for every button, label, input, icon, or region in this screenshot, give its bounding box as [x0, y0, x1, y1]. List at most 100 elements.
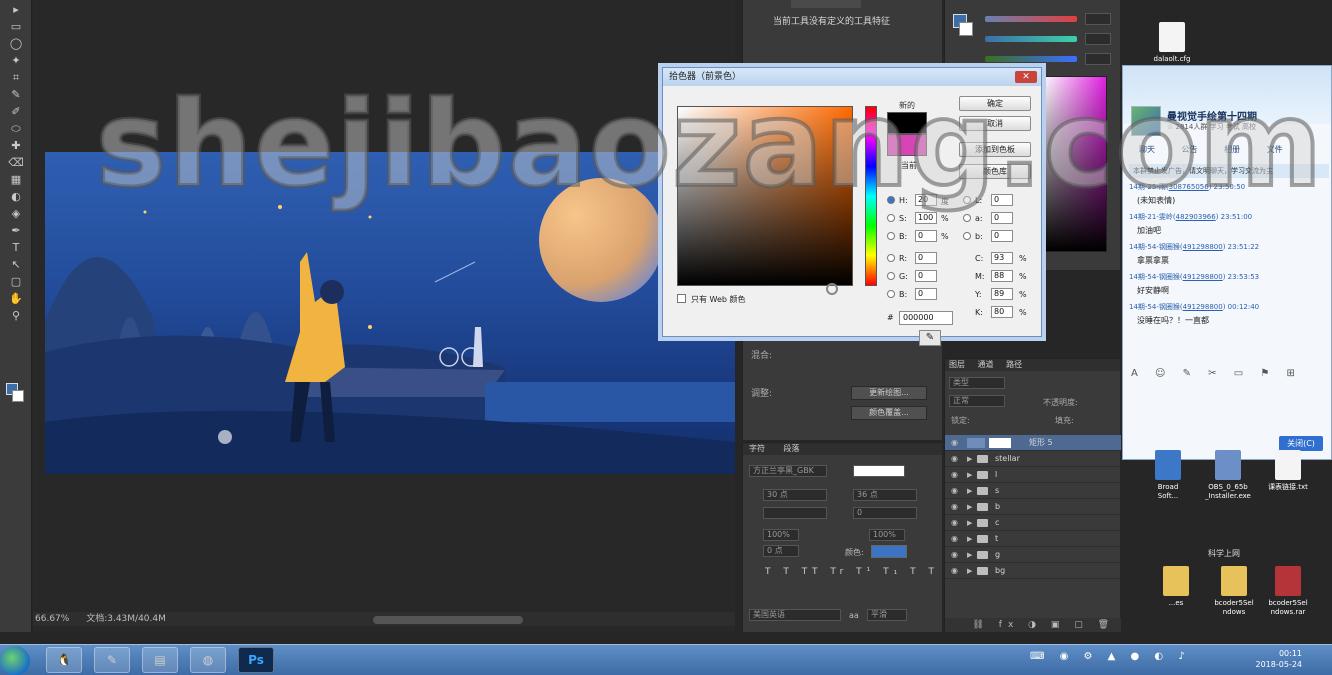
chat-tab-chat[interactable]: 聊天 — [1139, 145, 1155, 154]
sender-qq-link[interactable]: 491298800 — [1183, 243, 1223, 251]
layer-row[interactable]: ◉ ▶ stellar — [945, 451, 1121, 467]
start-button[interactable] — [0, 646, 30, 675]
red-slider[interactable] — [985, 16, 1077, 22]
photoshop-taskbar-icon[interactable]: Ps — [238, 647, 274, 673]
tool-icon[interactable]: ⬭ — [5, 121, 27, 136]
tool-icon[interactable]: ▸ — [5, 2, 27, 17]
vertical-scale-field[interactable]: 100% — [763, 529, 799, 541]
tool-icon[interactable]: ✒ — [5, 223, 27, 238]
language-select[interactable]: 美国英语 — [749, 609, 841, 621]
chat-input-tools[interactable]: A ☺ ✎ ✂ ▭ ⚑ ⊞ — [1131, 368, 1302, 379]
leading-field[interactable]: 36 点 — [853, 489, 917, 501]
chat-tab-album[interactable]: 相册 — [1224, 145, 1240, 154]
expand-arrow-icon[interactable]: ▶ — [967, 531, 972, 547]
blend-mode-select[interactable]: 正常 — [949, 395, 1005, 407]
text-color-swatch[interactable] — [871, 545, 907, 558]
tab-channels[interactable]: 通道 — [978, 360, 994, 369]
zoom-level[interactable]: 66.67% — [35, 614, 69, 624]
group-avatar[interactable] — [1131, 106, 1161, 136]
r-input[interactable]: 0 — [915, 252, 937, 264]
tool-icon[interactable]: ↖ — [5, 257, 27, 272]
baseline-field[interactable]: 0 点 — [763, 545, 799, 557]
lab-b-radio[interactable] — [963, 232, 971, 240]
tab-character[interactable]: 字符 — [749, 444, 765, 453]
layer-row[interactable]: ◉ ▶ t — [945, 531, 1121, 547]
tool-icon[interactable]: ▢ — [5, 274, 27, 289]
artwork-canvas[interactable] — [45, 152, 735, 474]
expand-arrow-icon[interactable]: ▶ — [967, 483, 972, 499]
update-drawing-button[interactable]: 更新绘图... — [851, 386, 927, 400]
kerning-field[interactable] — [763, 507, 827, 519]
visibility-eye-icon[interactable]: ◉ — [951, 499, 958, 515]
tool-icon[interactable]: ✦ — [5, 53, 27, 68]
c-input[interactable]: 93 — [991, 252, 1013, 264]
layer-row[interactable]: ◉ ▶ b — [945, 499, 1121, 515]
r-radio[interactable] — [887, 254, 895, 262]
expand-arrow-icon[interactable]: ▶ — [967, 563, 972, 579]
desktop-icon[interactable]: 课表链接.txt — [1258, 450, 1318, 492]
a-radio[interactable] — [963, 214, 971, 222]
horizontal-scrollbar[interactable] — [373, 616, 523, 624]
color-panel-background[interactable] — [959, 22, 973, 36]
blue-input[interactable]: 0 — [915, 288, 937, 300]
blue-slider[interactable] — [985, 56, 1077, 62]
tab-paths[interactable]: 路径 — [1006, 360, 1022, 369]
chat-tab-notice[interactable]: 公告 — [1182, 145, 1198, 154]
red-value[interactable] — [1085, 13, 1111, 25]
tool-icon[interactable]: ⌫ — [5, 155, 27, 170]
close-chat-button[interactable]: 关闭(C) — [1279, 436, 1323, 451]
layer-row[interactable]: ◉ ▶ l — [945, 467, 1121, 483]
taskbar-clock[interactable]: 00:11 2018-05-24 — [1256, 648, 1303, 670]
green-value[interactable] — [1085, 33, 1111, 45]
tool-icon[interactable]: ▦ — [5, 172, 27, 187]
b-radio[interactable] — [887, 232, 895, 240]
tool-icon[interactable]: T — [5, 240, 27, 255]
blue-radio[interactable] — [887, 290, 895, 298]
tool-icon[interactable]: ▭ — [5, 19, 27, 34]
sender-name[interactable]: 14期-21-雯岭( — [1129, 213, 1176, 221]
l-radio[interactable] — [963, 196, 971, 204]
expand-arrow-icon[interactable]: ▶ — [967, 547, 972, 563]
tool-icon[interactable]: ✎ — [5, 87, 27, 102]
tab-layers[interactable]: 图层 — [949, 360, 965, 369]
web-colors-checkbox[interactable] — [677, 294, 686, 303]
sender-name[interactable]: 14期-54-钢圈猴( — [1129, 243, 1183, 251]
close-icon[interactable]: ✕ — [1015, 71, 1037, 83]
tool-icon[interactable]: ✚ — [5, 138, 27, 153]
desktop-icon[interactable]: bcoder5Sel ndows.rar — [1258, 566, 1318, 617]
visibility-eye-icon[interactable]: ◉ — [951, 451, 958, 467]
tool-icon[interactable]: ✋ — [5, 291, 27, 306]
text-style-buttons[interactable]: T T TT Tr T¹ T₁ T T — [765, 567, 939, 577]
s-input[interactable]: 100 — [915, 212, 937, 224]
color-overlay-button[interactable]: 颜色覆盖... — [851, 406, 927, 420]
qq-taskbar-icon[interactable]: 🐧 — [46, 647, 82, 673]
tool-icon[interactable]: ◐ — [5, 189, 27, 204]
color-spectrum[interactable] — [1041, 76, 1107, 252]
layer-row[interactable]: ◉ 矩形 5 — [945, 435, 1121, 451]
sender-qq-link[interactable]: 482903966 — [1176, 213, 1216, 221]
saturation-brightness-field[interactable] — [677, 106, 853, 295]
color-field-cursor[interactable] — [826, 283, 838, 295]
desktop-icon[interactable]: OBS_0_65b _Installer.exe — [1198, 450, 1258, 501]
background-color-swatch[interactable] — [12, 390, 24, 402]
tool-icon[interactable]: ◈ — [5, 206, 27, 221]
b-input[interactable]: 0 — [915, 230, 937, 242]
tool-icon[interactable]: ⚲ — [5, 308, 27, 323]
sender-name[interactable]: 14期-25-雨( — [1129, 183, 1169, 191]
folder-taskbar-icon[interactable]: ▤ — [142, 647, 178, 673]
g-input[interactable]: 0 — [915, 270, 937, 282]
sender-qq-link[interactable]: 308765056 — [1169, 183, 1209, 191]
sender-qq-link[interactable]: 491298800 — [1183, 273, 1223, 281]
eyedropper-icon[interactable]: ✎ — [919, 330, 941, 346]
visibility-eye-icon[interactable]: ◉ — [951, 531, 958, 547]
layer-kind-filter[interactable]: 类型 — [949, 377, 1005, 389]
visibility-eye-icon[interactable]: ◉ — [951, 483, 958, 499]
desktop-icon[interactable]: Broad Soft... — [1138, 450, 1198, 501]
k-input[interactable]: 80 — [991, 306, 1013, 318]
expand-arrow-icon[interactable]: ▶ — [967, 451, 972, 467]
antialias-select[interactable]: 平滑 — [867, 609, 907, 621]
sender-name[interactable]: 14期-54-钢圈猴( — [1129, 273, 1183, 281]
current-color-swatch[interactable] — [887, 134, 927, 156]
desktop-icon-cfg[interactable]: dalaolt.cfg — [1142, 22, 1202, 64]
font-size-field[interactable]: 30 点 — [763, 489, 827, 501]
